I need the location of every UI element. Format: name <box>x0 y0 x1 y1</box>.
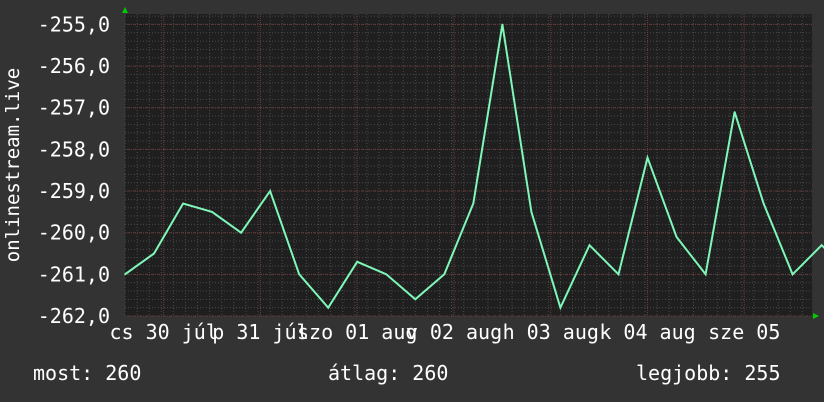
data-point <box>240 231 242 234</box>
x-tick-label: k 04 aug <box>599 320 695 344</box>
data-point <box>617 273 620 276</box>
x-tick-label: h 03 aug <box>503 320 599 344</box>
data-point <box>385 273 388 276</box>
data-point <box>820 244 823 246</box>
data-point <box>791 273 794 276</box>
data-point <box>269 190 271 192</box>
data-point <box>298 273 300 276</box>
data-point <box>646 156 649 159</box>
y-tick-label: -257,0 <box>38 96 110 120</box>
plot-area <box>125 14 812 316</box>
data-point <box>443 273 446 276</box>
chart-svg: -255,0 -256,0 -257,0 -258,0 -259,0 -260,0 -261… <box>2 7 824 344</box>
data-point <box>124 273 126 276</box>
x-tick-label: szo 01 aug <box>297 320 417 344</box>
data-point <box>501 23 504 26</box>
y-tick-label: -260,0 <box>38 221 110 245</box>
y-tick-label: -255,0 <box>38 12 110 36</box>
y-tick-label: -261,0 <box>38 262 110 286</box>
data-point <box>559 306 562 309</box>
chart-root: -255,0 -256,0 -257,0 -258,0 -259,0 -260,0 -261… <box>0 0 824 402</box>
data-point <box>182 202 184 205</box>
y-tick-label: -256,0 <box>38 54 110 78</box>
stat-best: legjobb: 255 <box>636 361 781 385</box>
y-axis-label: onlinestream.live <box>2 68 24 262</box>
y-tick-label: -259,0 <box>38 179 110 203</box>
data-point <box>153 252 155 255</box>
x-tick-label: v 02 aug <box>406 320 502 344</box>
data-point <box>211 211 213 213</box>
stat-average: átlag: 260 <box>328 361 449 385</box>
stat-current: most: 260 <box>33 361 142 385</box>
x-tick-label: sze 05 <box>708 320 780 344</box>
data-point <box>704 273 707 276</box>
data-point <box>414 298 417 301</box>
data-point <box>327 306 329 309</box>
data-point <box>588 244 591 246</box>
y-tick-label: -262,0 <box>38 304 110 328</box>
x-axis-arrow <box>813 313 819 319</box>
y-axis-arrow <box>122 7 128 13</box>
data-point <box>733 111 736 113</box>
x-tick-label: cs 30 júl <box>110 320 218 344</box>
y-tick-label: -258,0 <box>38 137 110 161</box>
x-tick-label: p 31 júl <box>212 320 308 344</box>
data-point <box>356 261 359 263</box>
data-point <box>762 202 765 205</box>
data-point <box>675 236 678 238</box>
data-point <box>530 211 533 213</box>
data-point <box>472 202 475 205</box>
